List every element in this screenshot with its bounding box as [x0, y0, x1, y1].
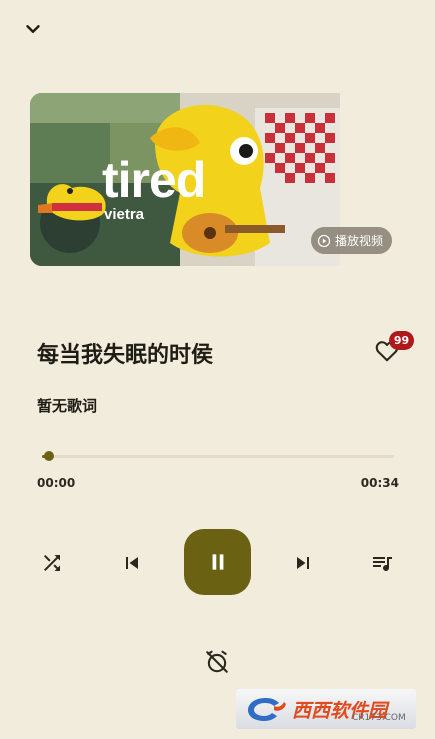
shuffle-icon [44, 555, 60, 571]
skip-previous-icon [126, 557, 138, 569]
cover-artist: vietra [104, 206, 145, 223]
play-pause-button[interactable] [184, 529, 251, 595]
chevron-down-icon [26, 25, 40, 33]
watermark-domain: CR173.COM [352, 713, 406, 723]
watermark: 西西软件园 CR173.COM [236, 689, 416, 729]
progress-slider[interactable] [42, 451, 394, 461]
alarm-off-icon [206, 650, 228, 673]
like-count-badge: 99 [389, 331, 414, 350]
progress-thumb[interactable] [44, 451, 55, 461]
cover-title: tired [102, 152, 206, 208]
collapse-button[interactable] [22, 18, 44, 40]
lyrics-text[interactable]: 暂无歌词 [37, 395, 97, 416]
current-time: 00:00 [37, 476, 76, 490]
play-circle-icon [317, 234, 331, 247]
play-video-label: 播放视频 [335, 234, 384, 248]
album-cover: tired vietra [30, 93, 340, 266]
queue-music-icon [373, 557, 392, 572]
playlist-button[interactable] [368, 549, 396, 577]
shuffle-button[interactable] [38, 549, 66, 577]
pause-icon [212, 554, 223, 570]
watermark-logo-icon [248, 698, 286, 721]
skip-next-icon [297, 557, 309, 569]
previous-button[interactable] [118, 549, 146, 577]
play-video-button[interactable]: 播放视频 [311, 227, 393, 254]
next-button[interactable] [289, 549, 317, 577]
song-title: 每当我失眠的时侯 [37, 343, 214, 368]
sleep-timer-button[interactable] [203, 648, 231, 676]
total-time: 00:34 [360, 476, 399, 490]
